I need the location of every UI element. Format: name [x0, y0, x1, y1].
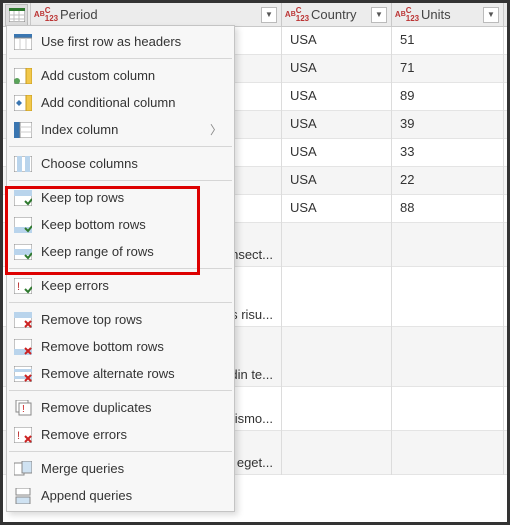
cell-units[interactable]: 22 — [392, 167, 504, 195]
remove-errors-icon: ! — [13, 425, 33, 445]
index-column-icon — [13, 120, 33, 140]
cell-units[interactable]: 89 — [392, 83, 504, 111]
cell-units[interactable] — [392, 387, 504, 431]
cell-units[interactable]: 51 — [392, 27, 504, 55]
merge-queries-icon — [13, 459, 33, 479]
add-custom-column-icon — [13, 66, 33, 86]
column-label: Units — [421, 7, 451, 22]
remove-bottom-rows-icon — [13, 337, 33, 357]
menu-add-custom-column[interactable]: Add custom column — [7, 62, 234, 89]
cell-units[interactable]: 88 — [392, 195, 504, 223]
menu-separator — [9, 58, 232, 59]
chevron-right-icon: 〉 — [210, 121, 224, 138]
menu-separator — [9, 146, 232, 147]
use-first-row-icon — [13, 32, 33, 52]
cell-units[interactable] — [392, 431, 504, 475]
column-header-row: ABC123 Period ▼ ABC123 Country ▼ ABC123 … — [3, 3, 507, 27]
remove-duplicates-icon: ! — [13, 398, 33, 418]
menu-remove-errors[interactable]: ! Remove errors — [7, 421, 234, 448]
menu-remove-bottom-rows[interactable]: Remove bottom rows — [7, 333, 234, 360]
filter-dropdown-icon[interactable]: ▼ — [483, 7, 499, 23]
menu-separator — [9, 268, 232, 269]
menu-merge-queries[interactable]: Merge queries — [7, 455, 234, 482]
filter-dropdown-icon[interactable]: ▼ — [261, 7, 277, 23]
table-menu-button[interactable] — [5, 4, 28, 26]
cell-country[interactable]: USA — [282, 139, 392, 167]
menu-index-column[interactable]: Index column 〉 — [7, 116, 234, 143]
menu-append-queries[interactable]: Append queries — [7, 482, 234, 509]
column-header-country[interactable]: ABC123 Country ▼ — [282, 3, 392, 26]
abc123-type-icon: ABC123 — [396, 6, 418, 24]
menu-remove-alternate-rows[interactable]: Remove alternate rows — [7, 360, 234, 387]
column-label: Period — [60, 7, 98, 22]
cell-country[interactable]: USA — [282, 83, 392, 111]
cell-country[interactable]: USA — [282, 195, 392, 223]
cell-country[interactable]: USA — [282, 111, 392, 139]
cell-units[interactable]: 71 — [392, 55, 504, 83]
svg-text:!: ! — [22, 404, 25, 415]
menu-separator — [9, 390, 232, 391]
menu-separator — [9, 180, 232, 181]
cell-units[interactable] — [392, 223, 504, 267]
column-header-period[interactable]: ABC123 Period ▼ — [31, 3, 282, 26]
column-label: Country — [311, 7, 357, 22]
cell-country[interactable] — [282, 327, 392, 387]
filter-dropdown-icon[interactable]: ▼ — [371, 7, 387, 23]
svg-text:!: ! — [17, 430, 20, 442]
menu-remove-duplicates[interactable]: ! Remove duplicates — [7, 394, 234, 421]
cell-country[interactable] — [282, 223, 392, 267]
cell-country[interactable]: USA — [282, 27, 392, 55]
menu-remove-top-rows[interactable]: Remove top rows — [7, 306, 234, 333]
remove-alternate-rows-icon — [13, 364, 33, 384]
keep-bottom-rows-icon — [13, 215, 33, 235]
keep-top-rows-icon — [13, 188, 33, 208]
cell-units[interactable] — [392, 267, 504, 327]
menu-separator — [9, 302, 232, 303]
menu-keep-top-rows[interactable]: Keep top rows — [7, 184, 234, 211]
column-header-units[interactable]: ABC123 Units ▼ — [392, 3, 504, 26]
menu-use-first-row-as-headers[interactable]: Use first row as headers — [7, 28, 234, 55]
keep-errors-icon: ! — [13, 276, 33, 296]
cell-units[interactable]: 33 — [392, 139, 504, 167]
menu-add-conditional-column[interactable]: Add conditional column — [7, 89, 234, 116]
keep-range-rows-icon — [13, 242, 33, 262]
choose-columns-icon — [13, 154, 33, 174]
svg-text:!: ! — [17, 281, 20, 293]
table-context-menu: Use first row as headers Add custom colu… — [6, 25, 235, 512]
abc123-type-icon: ABC123 — [35, 6, 57, 24]
cell-units[interactable] — [392, 327, 504, 387]
cell-country[interactable] — [282, 267, 392, 327]
add-conditional-column-icon — [13, 93, 33, 113]
remove-top-rows-icon — [13, 310, 33, 330]
menu-keep-errors[interactable]: ! Keep errors — [7, 272, 234, 299]
menu-separator — [9, 451, 232, 452]
cell-country[interactable]: USA — [282, 55, 392, 83]
menu-keep-bottom-rows[interactable]: Keep bottom rows — [7, 211, 234, 238]
menu-keep-range-of-rows[interactable]: Keep range of rows — [7, 238, 234, 265]
menu-choose-columns[interactable]: Choose columns — [7, 150, 234, 177]
cell-units[interactable]: 39 — [392, 111, 504, 139]
cell-country[interactable] — [282, 387, 392, 431]
abc123-type-icon: ABC123 — [286, 6, 308, 24]
cell-country[interactable] — [282, 431, 392, 475]
append-queries-icon — [13, 486, 33, 506]
cell-country[interactable]: USA — [282, 167, 392, 195]
